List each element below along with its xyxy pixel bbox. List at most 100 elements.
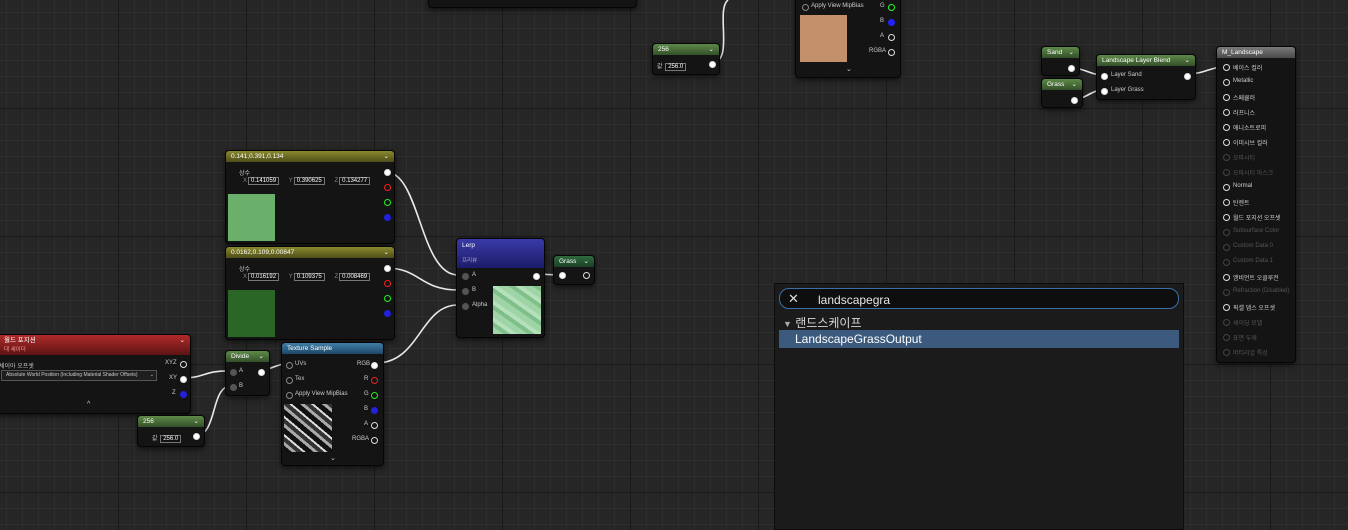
output-pin[interactable] xyxy=(1071,97,1078,104)
output-g-pin[interactable] xyxy=(384,199,391,206)
output-xyz-pin[interactable] xyxy=(180,361,187,368)
output-rgba-pin[interactable] xyxy=(888,49,895,56)
input-b-pin[interactable] xyxy=(462,288,469,295)
texture-sample-node[interactable]: Texture Sample UVs Tex Apply View MipBia… xyxy=(281,342,384,466)
z-value-field[interactable]: 0.008469 xyxy=(339,273,371,281)
chevron-down-icon[interactable]: ⌄ xyxy=(180,335,185,346)
output-pin[interactable] xyxy=(258,369,265,376)
x-value-field[interactable]: 0.141059 xyxy=(248,177,280,185)
close-icon[interactable]: ✕ xyxy=(788,290,799,307)
material-input-pin[interactable] xyxy=(1223,214,1230,221)
material-input-pin[interactable] xyxy=(1223,124,1230,131)
sand-node[interactable]: Sand ⌄ xyxy=(1041,46,1080,76)
value-field[interactable]: 256.0 xyxy=(160,435,182,443)
search-category[interactable]: ▼ 랜드스케이프 xyxy=(783,314,862,331)
output-z-pin[interactable] xyxy=(180,391,187,398)
input-uvs-pin[interactable] xyxy=(286,362,293,369)
search-input[interactable] xyxy=(816,290,1160,309)
chevron-down-icon[interactable]: ⌄ xyxy=(384,151,389,162)
input-b-pin[interactable] xyxy=(230,384,237,391)
output-pin[interactable] xyxy=(1068,65,1075,72)
top-texture-sample-node[interactable]: Apply View MipBias G B A RGBA ⌄ xyxy=(795,0,901,78)
landscape-layer-blend-node[interactable]: Landscape Layer Blend ⌄ Layer Sand Layer … xyxy=(1096,54,1196,100)
y-value-field[interactable]: 0.390625 xyxy=(293,177,325,185)
chevron-down-icon[interactable]: ⌄ xyxy=(709,44,714,55)
output-rgba-pin[interactable] xyxy=(371,437,378,444)
expand-chevron[interactable]: ⌄ xyxy=(846,65,852,73)
output-r-pin[interactable] xyxy=(384,184,391,191)
material-input-pin[interactable] xyxy=(1223,184,1230,191)
material-input-pin[interactable] xyxy=(1223,244,1230,251)
output-b-pin[interactable] xyxy=(384,214,391,221)
output-b-pin[interactable] xyxy=(384,310,391,317)
top-partial-node[interactable]: ^ xyxy=(428,0,637,8)
material-input-pin[interactable] xyxy=(1223,334,1230,341)
material-input-pin[interactable] xyxy=(1223,94,1230,101)
material-input-pin[interactable] xyxy=(1223,274,1230,281)
material-input-pin[interactable] xyxy=(1223,139,1230,146)
collapse-chevron[interactable]: ^ xyxy=(87,401,90,408)
input-mipbias-pin[interactable] xyxy=(286,392,293,399)
output-pin[interactable] xyxy=(583,272,590,279)
material-input-pin[interactable] xyxy=(1223,349,1230,356)
lerp-node[interactable]: Lerp 프리뷰 A B Alpha xyxy=(456,238,545,338)
material-input-pin[interactable] xyxy=(1223,154,1230,161)
output-b-pin[interactable] xyxy=(888,19,895,26)
chevron-down-icon[interactable]: ⌄ xyxy=(1069,47,1074,58)
chevron-down-icon[interactable]: ⌄ xyxy=(1072,79,1077,90)
output-g-pin[interactable] xyxy=(371,392,378,399)
output-rgb-pin[interactable] xyxy=(371,362,378,369)
material-input-pin[interactable] xyxy=(1223,79,1230,86)
value-field[interactable]: 256.0 xyxy=(665,63,687,71)
input-layer-grass-pin[interactable] xyxy=(1101,88,1108,95)
top-constant-256-node[interactable]: 256 ⌄ 값 256.0 xyxy=(652,43,720,75)
material-input-pin[interactable] xyxy=(1223,304,1230,311)
output-rgb-pin[interactable] xyxy=(384,169,391,176)
x-value-field[interactable]: 0.016192 xyxy=(248,273,280,281)
output-xy-pin[interactable] xyxy=(180,376,187,383)
output-rgb-pin[interactable] xyxy=(384,265,391,272)
output-r-pin[interactable] xyxy=(384,280,391,287)
chevron-down-icon[interactable]: ⌄ xyxy=(259,351,264,362)
material-input-pin[interactable] xyxy=(1223,319,1230,326)
collapse-chevron[interactable]: ^ xyxy=(529,0,532,3)
material-input-pin[interactable] xyxy=(1223,169,1230,176)
chevron-down-icon[interactable]: ⌄ xyxy=(1185,55,1190,66)
constant-256-node[interactable]: 256 ⌄ 값 256.0 xyxy=(137,415,205,447)
output-pin[interactable] xyxy=(533,273,540,280)
output-r-pin[interactable] xyxy=(371,377,378,384)
grass-node[interactable]: Grass ⌄ xyxy=(1041,78,1083,108)
grass-output-node[interactable]: Grass ⌄ xyxy=(553,255,595,285)
world-position-node[interactable]: 월드 포지션 ⌄ 대 세이더 세이아 오프셋 Absolute World Pos… xyxy=(0,334,191,414)
material-result-node[interactable]: M_Landscape 베이스 컬러 Metallic 스페큘러 러프니스 애니소트로피… xyxy=(1216,46,1296,363)
output-pin[interactable] xyxy=(193,433,200,440)
input-alpha-pin[interactable] xyxy=(462,303,469,310)
input-pin[interactable] xyxy=(802,4,809,11)
output-a-pin[interactable] xyxy=(371,422,378,429)
material-input-pin[interactable] xyxy=(1223,109,1230,116)
constant3-node-dark-green[interactable]: 0.0162,0.109,0.00847 ⌄ 상수 X 0.016192 Y 0.10… xyxy=(225,246,395,340)
input-tex-pin[interactable] xyxy=(286,377,293,384)
position-type-dropdown[interactable]: Absolute World Position (Including Mater… xyxy=(1,370,157,381)
output-g-pin[interactable] xyxy=(384,295,391,302)
output-g-pin[interactable] xyxy=(888,4,895,11)
material-input-pin[interactable] xyxy=(1223,229,1230,236)
z-value-field[interactable]: 0.134277 xyxy=(339,177,371,185)
material-input-pin[interactable] xyxy=(1223,259,1230,266)
triangle-down-icon[interactable]: ▼ xyxy=(783,319,792,329)
output-pin[interactable] xyxy=(1184,73,1191,80)
material-input-pin[interactable] xyxy=(1223,64,1230,71)
search-box[interactable]: ✕ xyxy=(779,288,1179,309)
material-input-pin[interactable] xyxy=(1223,199,1230,206)
constant3-node-light-green[interactable]: 0.141,0.391,0.134 ⌄ 상수 X 0.141059 Y 0.39062… xyxy=(225,150,395,244)
chevron-down-icon[interactable]: ⌄ xyxy=(194,416,199,427)
divide-node[interactable]: Divide ⌄ A B xyxy=(225,350,270,396)
input-a-pin[interactable] xyxy=(230,369,237,376)
expand-chevron[interactable]: ⌄ xyxy=(330,454,336,462)
chevron-down-icon[interactable]: ⌄ xyxy=(384,247,389,258)
output-b-pin[interactable] xyxy=(371,407,378,414)
input-a-pin[interactable] xyxy=(462,273,469,280)
output-pin[interactable] xyxy=(709,61,716,68)
chevron-down-icon[interactable]: ⌄ xyxy=(584,256,589,267)
input-pin[interactable] xyxy=(559,272,566,279)
